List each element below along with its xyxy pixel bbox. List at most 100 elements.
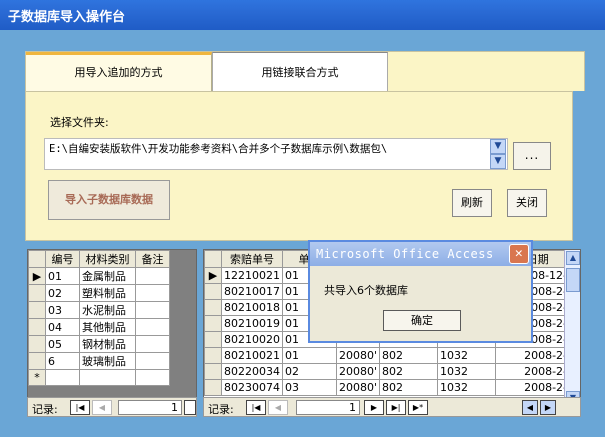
- first-record-icon[interactable]: |◀: [70, 400, 90, 415]
- cell[interactable]: 80210017: [221, 283, 283, 300]
- table-row[interactable]: 02 塑料制品: [28, 284, 170, 302]
- scroll-thumb[interactable]: [566, 268, 580, 292]
- prev-record-icon[interactable]: ◀: [268, 400, 288, 415]
- row-selector[interactable]: [204, 283, 222, 300]
- scroll-left-icon[interactable]: ◀: [522, 400, 538, 415]
- table-row[interactable]: 04 其他制品: [28, 318, 170, 336]
- table-row[interactable]: 6 玻璃制品: [28, 352, 170, 370]
- refresh-button[interactable]: 刷新: [452, 189, 492, 217]
- row-selector[interactable]: [28, 318, 46, 336]
- cell[interactable]: [45, 369, 80, 386]
- cell[interactable]: 02: [282, 363, 337, 380]
- cell[interactable]: 1032: [437, 363, 497, 380]
- cell[interactable]: 80210020: [221, 331, 283, 348]
- cell[interactable]: 80230074: [221, 379, 283, 396]
- cell[interactable]: 其他制品: [79, 318, 136, 336]
- column-header[interactable]: 索赔单号: [221, 250, 283, 268]
- cell[interactable]: 12210021: [221, 267, 283, 284]
- chevron-down-icon[interactable]: ▼: [490, 154, 506, 169]
- row-selector[interactable]: [204, 315, 222, 332]
- folder-path-input[interactable]: E:\自编安装版软件\开发功能参考资料\合并多个子数据库示例\数据包\: [44, 138, 508, 170]
- cell[interactable]: 802: [379, 347, 439, 364]
- row-selector[interactable]: [28, 284, 46, 302]
- tab-import-append[interactable]: 用导入追加的方式: [26, 52, 212, 92]
- close-button[interactable]: 关闭: [507, 189, 547, 217]
- cell[interactable]: 20080': [335, 347, 381, 364]
- tab-link-union[interactable]: 用链接联合方式: [212, 52, 388, 92]
- record-number-input[interactable]: 1: [118, 400, 182, 415]
- next-record-icon[interactable]: [184, 400, 196, 415]
- table-row[interactable]: ▶ 01 金属制品: [28, 267, 170, 285]
- cell[interactable]: [135, 318, 170, 336]
- table-row[interactable]: 05 钢材制品: [28, 335, 170, 353]
- prev-record-icon[interactable]: ◀: [92, 400, 112, 415]
- cell[interactable]: 05: [45, 335, 80, 353]
- cell[interactable]: 01: [282, 347, 337, 364]
- last-record-icon[interactable]: ▶|: [386, 400, 406, 415]
- cell[interactable]: 802: [379, 363, 439, 380]
- cell[interactable]: 80220034: [221, 363, 283, 380]
- cell[interactable]: 塑料制品: [79, 284, 136, 302]
- row-selector[interactable]: [204, 379, 222, 396]
- cell[interactable]: 20080': [335, 379, 381, 396]
- cell[interactable]: 03: [45, 301, 80, 319]
- row-selector[interactable]: [204, 347, 222, 364]
- cell[interactable]: 1032: [437, 347, 497, 364]
- cell[interactable]: 2008-2-: [495, 347, 571, 364]
- cell[interactable]: [135, 301, 170, 319]
- cell[interactable]: 80210018: [221, 299, 283, 316]
- record-number-input[interactable]: 1: [296, 400, 360, 415]
- chevron-down-icon[interactable]: ▼: [490, 139, 506, 154]
- current-row-marker[interactable]: ▶: [28, 267, 46, 285]
- cell[interactable]: [135, 267, 170, 285]
- cell[interactable]: 03: [282, 379, 337, 396]
- new-record-icon[interactable]: ▶*: [408, 400, 428, 415]
- cell[interactable]: 钢材制品: [79, 335, 136, 353]
- row-selector[interactable]: [28, 352, 46, 370]
- row-selector[interactable]: [28, 301, 46, 319]
- column-header[interactable]: 备注: [135, 250, 170, 268]
- cell[interactable]: 金属制品: [79, 267, 136, 285]
- next-record-icon[interactable]: ▶: [364, 400, 384, 415]
- table-row[interactable]: 80210021 01 20080' 802 1032 2008-2-: [204, 347, 571, 364]
- scroll-right-icon[interactable]: ▶: [540, 400, 556, 415]
- cell[interactable]: 玻璃制品: [79, 352, 136, 370]
- cell[interactable]: [135, 284, 170, 302]
- cell[interactable]: [79, 369, 136, 386]
- cell[interactable]: 20080': [335, 363, 381, 380]
- browse-button[interactable]: ...: [513, 142, 551, 170]
- scroll-up-icon[interactable]: ▲: [566, 251, 580, 265]
- table-row[interactable]: 80230074 03 20080' 802 1032 2008-2-: [204, 379, 571, 396]
- row-selector[interactable]: [204, 299, 222, 316]
- first-record-icon[interactable]: |◀: [246, 400, 266, 415]
- table-row[interactable]: 03 水泥制品: [28, 301, 170, 319]
- cell[interactable]: 02: [45, 284, 80, 302]
- import-subdb-button[interactable]: 导入子数据库数据: [48, 180, 170, 220]
- cell[interactable]: [135, 369, 170, 386]
- column-header[interactable]: 材料类别: [79, 250, 136, 268]
- new-row-marker[interactable]: *: [28, 369, 46, 386]
- cell[interactable]: 80210021: [221, 347, 283, 364]
- cell[interactable]: 2008-2-: [495, 379, 571, 396]
- cell[interactable]: 802: [379, 379, 439, 396]
- cell[interactable]: [135, 335, 170, 353]
- row-selector-header[interactable]: [28, 250, 46, 268]
- column-header[interactable]: 编号: [45, 250, 80, 268]
- close-icon[interactable]: ✕: [509, 244, 529, 264]
- cell[interactable]: [135, 352, 170, 370]
- cell[interactable]: 04: [45, 318, 80, 336]
- cell[interactable]: 水泥制品: [79, 301, 136, 319]
- row-selector-header[interactable]: [204, 250, 222, 268]
- row-selector[interactable]: [204, 363, 222, 380]
- table-row[interactable]: 80220034 02 20080' 802 1032 2008-2-: [204, 363, 571, 380]
- current-row-marker[interactable]: ▶: [204, 267, 222, 284]
- ok-button[interactable]: 确定: [383, 310, 461, 331]
- row-selector[interactable]: [28, 335, 46, 353]
- cell[interactable]: 01: [45, 267, 80, 285]
- vertical-scrollbar[interactable]: ▲ ▼: [564, 250, 580, 404]
- row-selector[interactable]: [204, 331, 222, 348]
- cell[interactable]: 1032: [437, 379, 497, 396]
- new-row[interactable]: *: [28, 369, 170, 386]
- cell[interactable]: 2008-2-: [495, 363, 571, 380]
- cell[interactable]: 80210019: [221, 315, 283, 332]
